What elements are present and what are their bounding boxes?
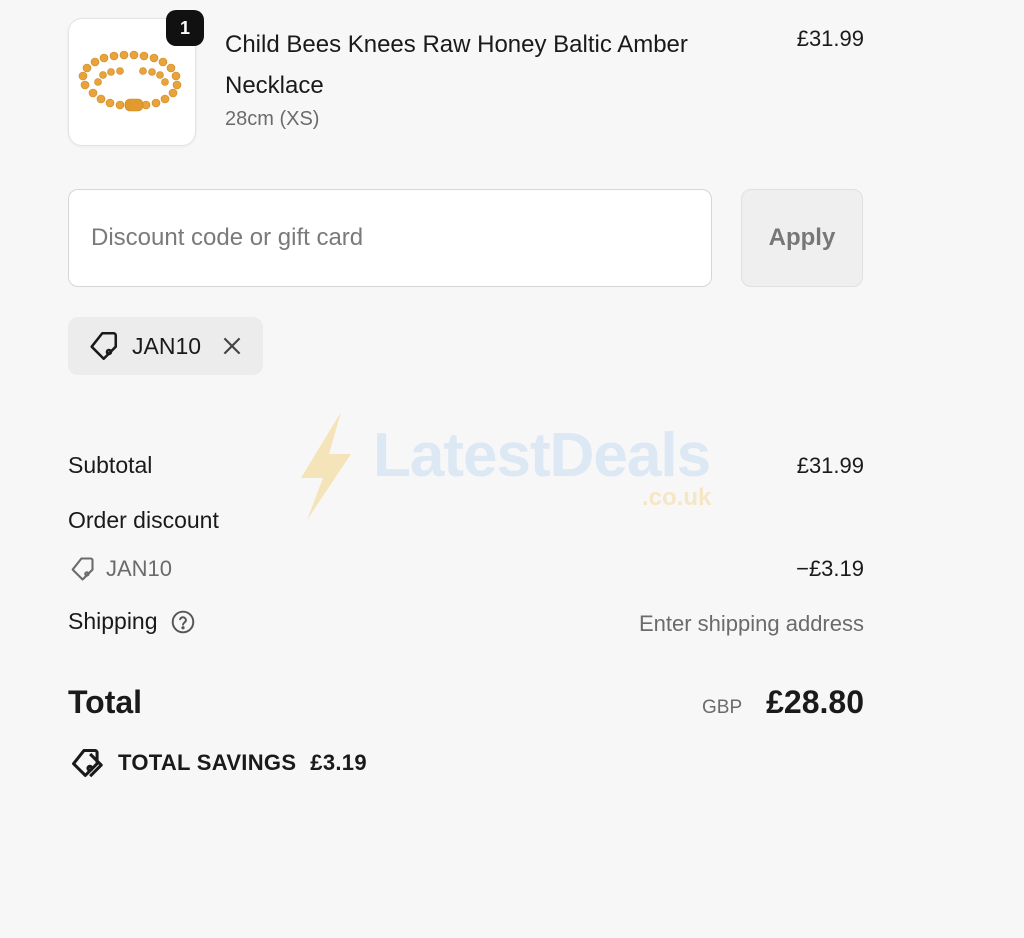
shipping-row: Shipping — [68, 608, 196, 635]
shipping-value: Enter shipping address — [638, 611, 864, 636]
order-discount-label: Order discount — [68, 507, 219, 533]
remove-discount-button[interactable] — [219, 333, 245, 359]
subtotal-label: Subtotal — [68, 452, 153, 478]
currency-code: GBP — [702, 697, 743, 718]
applied-discount-chip: JAN10 — [68, 317, 264, 375]
savings-value: £3.19 — [310, 750, 367, 775]
total-savings: TOTAL SAVINGS £3.19 — [68, 746, 367, 780]
savings-tag-icon — [72, 749, 103, 778]
discount-code-input[interactable] — [68, 189, 712, 287]
discount-code-row: JAN10 — [68, 555, 172, 583]
latestdeals-bolt-logo — [301, 412, 351, 520]
amber-necklace-image — [78, 50, 182, 112]
total-label: Total — [68, 684, 143, 720]
watermark-domain: .co.uk — [642, 484, 712, 511]
watermark-brand: LatestDeals — [373, 421, 711, 490]
quantity-badge: 1 — [166, 10, 204, 46]
total-value: £28.80 — [766, 684, 864, 720]
help-icon[interactable] — [170, 609, 196, 635]
applied-code-label: JAN10 — [132, 332, 202, 359]
shipping-label: Shipping — [68, 608, 158, 634]
product-price: £31.99 — [796, 26, 864, 51]
product-name: Child Bees Knees Raw Honey Baltic Amber … — [225, 31, 688, 99]
apply-button[interactable]: Apply — [741, 189, 863, 287]
discount-value: −£3.19 — [796, 556, 864, 581]
tag-icon — [71, 557, 94, 581]
product-variant: 28cm (XS) — [225, 108, 320, 130]
discount-code-label: JAN10 — [106, 556, 173, 581]
tag-icon — [90, 331, 118, 361]
subtotal-value: £31.99 — [796, 453, 864, 478]
savings-label: TOTAL SAVINGS — [118, 750, 297, 775]
close-icon — [223, 337, 241, 355]
